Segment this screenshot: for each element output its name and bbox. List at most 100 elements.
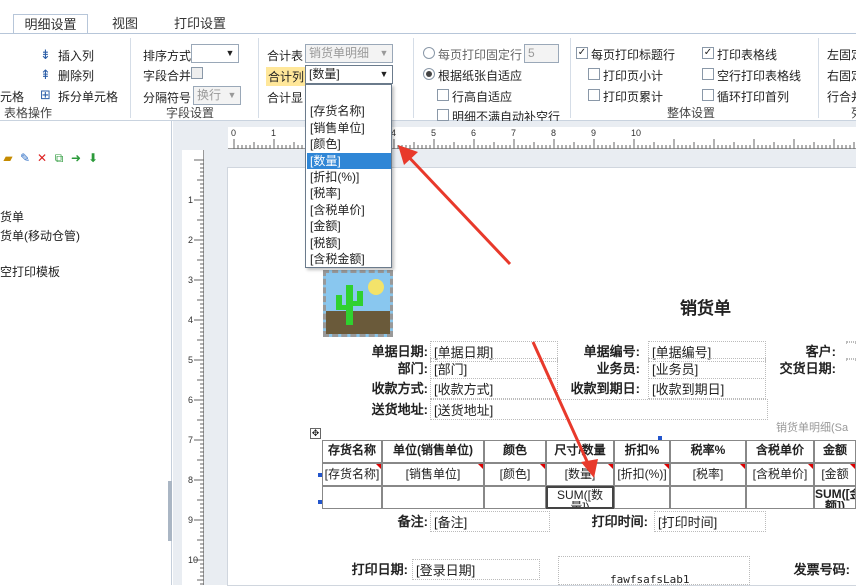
dropdown-option[interactable] [307,87,391,103]
sort-select[interactable]: ▼ [191,44,239,63]
table-sum-cell[interactable]: SUM([数量]) [546,486,614,509]
table-field-cell[interactable]: [税率] [670,463,746,486]
table-field-cell[interactable]: [含税单价] [746,463,814,486]
loop-header-checkbox[interactable] [702,89,714,101]
total-column-select[interactable]: [数量] ▼ [305,65,393,84]
selection-handle[interactable] [318,473,322,477]
table-sum-cell[interactable] [670,486,746,509]
separator-select[interactable]: 换行 ▼ [193,86,241,105]
table-header-cell[interactable]: 单位(销售单位) [382,440,484,463]
delete-column-button[interactable]: 删除列 [58,67,94,84]
table-sum-cell[interactable] [322,486,382,509]
table-header-cell[interactable]: 含税单价 [746,440,814,463]
salesman-label[interactable]: 业务员: [540,358,640,377]
import-icon[interactable]: ⬇ [85,151,101,165]
note-field[interactable]: [备注] [430,511,550,532]
fixed-rows-input[interactable]: 5 [524,44,559,63]
dept-label[interactable]: 部门: [322,358,428,377]
edit-icon[interactable]: ✎ [17,151,33,165]
customer-field[interactable] [846,341,856,343]
page-cumulative-checkbox[interactable] [588,89,600,101]
dropdown-option[interactable]: [税率] [307,185,391,201]
payment-due-label[interactable]: 收款到期日: [540,378,640,397]
field-merge-checkbox[interactable] [191,67,203,79]
table-field-cell[interactable]: [金额 [814,463,856,486]
fix-right-button[interactable]: 右固定 [827,67,856,84]
tab-detail-settings[interactable]: 明细设置 [13,14,88,34]
table-move-handle-icon[interactable]: ✥ [310,428,321,439]
table-header-cell[interactable]: 尺寸/数量 [546,440,614,463]
table-header-cell[interactable]: 颜色 [484,440,546,463]
table-sum-cell[interactable] [746,486,814,509]
delivery-date-label[interactable]: 交货日期: [770,358,836,377]
folder-icon[interactable]: ▰ [0,151,16,165]
copy-icon[interactable]: ⧉ [51,151,67,165]
delete-icon[interactable]: ✕ [34,151,50,165]
table-header-cell[interactable]: 税率% [670,440,746,463]
dropdown-option[interactable]: [数量] [307,152,391,169]
table-field-cell[interactable]: [颜色] [484,463,546,486]
table-sum-cell[interactable]: SUM([金额]) [814,486,856,509]
table-field-cell[interactable]: [数量] [546,463,614,486]
export-icon[interactable]: ➜ [68,151,84,165]
table-header-cell[interactable]: 折扣% [614,440,670,463]
dropdown-option[interactable]: [含税单价] [307,202,391,218]
dept-field[interactable]: [部门] [430,358,558,379]
table-field-cell[interactable]: [折扣(%)] [614,463,670,486]
dropdown-option[interactable]: [税额] [307,235,391,251]
title-row-checkbox[interactable]: ✓ [576,47,588,59]
panel-splitter[interactable] [168,481,172,541]
table-sum-cell[interactable] [382,486,484,509]
print-time-field[interactable]: [打印时间] [654,511,766,532]
table-line-checkbox[interactable]: ✓ [702,47,714,59]
dropdown-option[interactable]: [颜色] [307,136,391,152]
print-time-label[interactable]: 打印时间: [548,511,648,530]
tab-view[interactable]: 视图 [100,14,150,34]
table-header-cell[interactable]: 存货名称 [322,440,382,463]
dropdown-option[interactable]: [折扣(%)] [307,169,391,185]
fix-left-button[interactable]: 左固定 [827,46,856,63]
report-title[interactable]: 销货单 [680,294,731,319]
payment-method-field[interactable]: [收款方式] [430,378,558,399]
row-height-checkbox[interactable] [437,89,449,101]
selection-handle[interactable] [658,436,662,440]
address-field[interactable]: [送货地址] [430,399,768,420]
total-column-dropdown-list[interactable]: [存货名称] [销售单位] [颜色] [数量] [折扣(%)] [税率] [含税单价] [金额… [305,84,392,268]
print-date-label[interactable]: 打印日期: [322,559,408,578]
split-cell-button[interactable]: 拆分单元格 [58,88,118,105]
tree-item[interactable]: 货单(移动仓管) [0,227,80,244]
print-date-field[interactable]: [登录日期] [412,559,540,580]
fill-empty-checkbox[interactable] [437,109,449,121]
merge-cell-button[interactable]: 元格 [0,88,24,105]
address-label[interactable]: 送货地址: [322,399,428,418]
insert-column-button[interactable]: 插入列 [58,47,94,64]
table-sum-cell[interactable] [614,486,670,509]
table-field-cell[interactable]: [销售单位] [382,463,484,486]
invoice-no-label[interactable]: 发票号码: [770,559,850,578]
ruler-number: 1 [188,195,194,205]
auto-fit-radio[interactable] [423,68,435,80]
total-table-select[interactable]: 销货单明细 ▼ [305,44,393,63]
tab-print-settings[interactable]: 打印设置 [160,14,240,34]
salesman-field[interactable]: [业务员] [648,358,766,379]
selection-handle[interactable] [318,500,322,504]
row-merge-button[interactable]: 行合并 [827,88,856,105]
payment-due-field[interactable]: [收款到期日] [648,378,766,399]
report-logo-image[interactable] [323,270,393,337]
payment-method-label[interactable]: 收款方式: [322,378,428,397]
page-subtotal-checkbox[interactable] [588,68,600,80]
fixed-rows-radio[interactable] [423,47,435,59]
table-sum-cell[interactable] [484,486,546,509]
dropdown-option[interactable]: [金额] [307,218,391,234]
tree-item[interactable]: 货单 [0,208,24,225]
tree-item[interactable]: 空打印模板 [0,263,60,280]
dropdown-option[interactable]: [销售单位] [307,120,391,136]
table-field-cell[interactable]: [存货名称] [322,463,382,486]
table-header-cell[interactable]: 金额 [814,440,856,463]
note-label[interactable]: 备注: [322,511,428,530]
delivery-date-field[interactable] [846,358,856,360]
empty-line-checkbox[interactable] [702,68,714,80]
group-divider [258,38,259,118]
dropdown-option[interactable]: [含税金额] [307,251,391,267]
dropdown-option[interactable]: [存货名称] [307,103,391,119]
